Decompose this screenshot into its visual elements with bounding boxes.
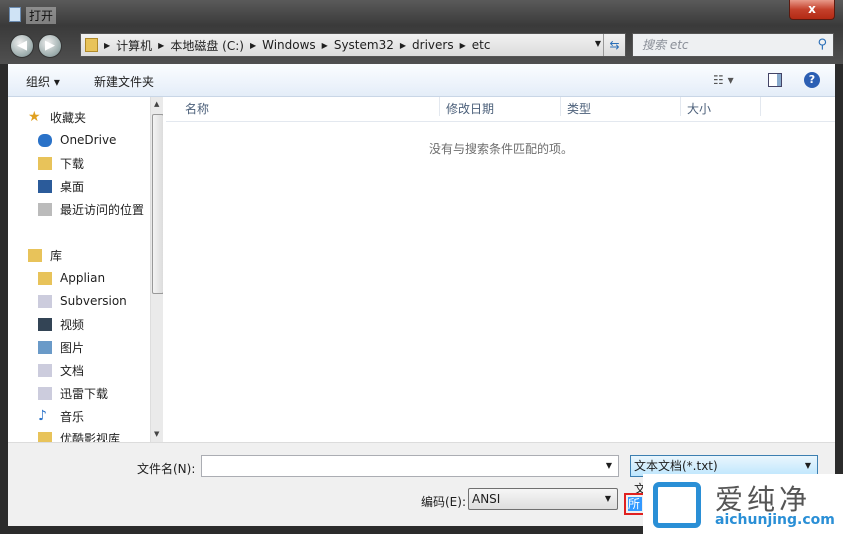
library-icon xyxy=(28,248,42,262)
desktop-icon xyxy=(38,179,52,193)
toolbar: 组织 ▾ 新建文件夹 ☷ ▾ ? xyxy=(8,64,835,97)
nav-scrollbar[interactable]: ▲ ▼ xyxy=(150,97,163,442)
column-name[interactable]: 名称 xyxy=(179,97,440,116)
recent-places-icon xyxy=(38,202,52,216)
sidebar-item-label: 文档 xyxy=(60,363,85,378)
sidebar-item-label: 图片 xyxy=(60,340,85,355)
sidebar-item-documents[interactable]: 文档 xyxy=(38,361,84,379)
document-icon xyxy=(38,363,52,377)
window-title: 打开 xyxy=(26,7,57,24)
sidebar-item-onedrive[interactable]: OneDrive xyxy=(38,131,116,149)
sidebar-item-favorites[interactable]: ★ 收藏夹 xyxy=(28,108,86,126)
sidebar-item-libraries[interactable]: 库 xyxy=(28,246,62,264)
crumb-c-drive[interactable]: 本地磁盘 (C:) xyxy=(170,37,244,54)
chevron-down-icon[interactable]: ▼ xyxy=(605,489,611,509)
filetype-option-all[interactable]: 所 xyxy=(628,497,642,511)
folder-icon xyxy=(85,38,98,52)
file-browser: ★ 收藏夹 OneDrive 下载 桌面 最近访问的位置 库 Applian Su… xyxy=(8,97,835,442)
document-library-icon xyxy=(38,294,52,308)
picture-icon xyxy=(38,340,52,354)
column-type[interactable]: 类型 xyxy=(561,97,681,116)
folder-icon xyxy=(38,431,52,442)
watermark: 爱纯净 aichunjing.com xyxy=(643,474,843,534)
chevron-down-icon[interactable]: ▼ xyxy=(606,456,612,476)
navigation-pane: ★ 收藏夹 OneDrive 下载 桌面 最近访问的位置 库 Applian Su… xyxy=(8,97,163,442)
notepad-icon xyxy=(9,7,21,22)
sidebar-item-videos[interactable]: 视频 xyxy=(38,315,84,333)
column-size[interactable]: 大小 xyxy=(681,97,761,116)
column-headers: 名称 修改日期 类型 大小 xyxy=(166,97,835,122)
search-placeholder: 搜索 etc xyxy=(642,38,689,52)
sidebar-item-label: 桌面 xyxy=(60,179,85,194)
sidebar-item-recent[interactable]: 最近访问的位置 xyxy=(38,200,144,218)
cloud-icon xyxy=(38,133,52,147)
sidebar-item-label: 视频 xyxy=(60,317,85,332)
sidebar-item-youku[interactable]: 优酷影视库 xyxy=(38,429,120,442)
sidebar-item-label: Subversion xyxy=(60,294,127,308)
video-icon xyxy=(38,317,52,331)
sidebar-item-label: 库 xyxy=(50,248,63,263)
forward-button[interactable]: ▶ xyxy=(38,34,62,58)
new-folder-button[interactable]: 新建文件夹 xyxy=(94,73,154,90)
close-button[interactable]: x xyxy=(789,0,835,20)
chevron-down-icon[interactable]: ▼ xyxy=(805,456,811,476)
scroll-up-icon[interactable]: ▲ xyxy=(154,100,159,108)
sidebar-item-xunlei[interactable]: 迅雷下载 xyxy=(38,384,108,402)
column-date-modified[interactable]: 修改日期 xyxy=(440,97,561,116)
view-options-icon[interactable]: ☷ ▾ xyxy=(713,73,734,87)
music-icon: ♪ xyxy=(38,407,47,424)
sidebar-item-label: 收藏夹 xyxy=(50,110,87,125)
watermark-en: aichunjing.com xyxy=(715,512,835,528)
encoding-select[interactable]: ANSI ▼ xyxy=(468,488,618,510)
back-button[interactable]: ◀ xyxy=(10,34,34,58)
scroll-down-icon[interactable]: ▼ xyxy=(154,430,159,438)
sidebar-item-label: 迅雷下载 xyxy=(60,386,109,401)
crumb-computer[interactable]: 计算机 xyxy=(116,37,152,54)
crumb-windows[interactable]: Windows xyxy=(262,38,316,52)
sidebar-item-pictures[interactable]: 图片 xyxy=(38,338,84,356)
crumb-drivers[interactable]: drivers xyxy=(412,38,454,52)
help-icon[interactable]: ? xyxy=(804,72,820,88)
search-icon[interactable]: ⚲ xyxy=(817,34,827,56)
preview-pane-icon[interactable] xyxy=(768,73,782,87)
sidebar-item-label: OneDrive xyxy=(60,133,117,147)
scrollbar-thumb[interactable] xyxy=(152,114,163,294)
filetype-value: 文本文档(*.txt) xyxy=(634,459,718,473)
refresh-icon[interactable]: ⇆ xyxy=(603,34,625,56)
folder-icon xyxy=(38,271,52,285)
filename-input[interactable]: ▼ xyxy=(201,455,619,477)
document-library-icon xyxy=(38,386,52,400)
sidebar-item-music[interactable]: ♪ 音乐 xyxy=(38,407,84,425)
sidebar-item-label: 音乐 xyxy=(60,409,85,424)
sidebar-item-label: 优酷影视库 xyxy=(60,431,121,443)
star-icon: ★ xyxy=(28,108,41,125)
sidebar-item-applian[interactable]: Applian xyxy=(38,269,105,287)
empty-message: 没有与搜索条件匹配的项。 xyxy=(429,142,574,156)
crumb-system32[interactable]: System32 xyxy=(334,38,394,52)
sidebar-item-downloads[interactable]: 下载 xyxy=(38,154,84,172)
download-folder-icon xyxy=(38,156,52,170)
watermark-logo-icon xyxy=(653,482,701,528)
address-dropdown-icon[interactable]: ▼ xyxy=(595,39,601,48)
sidebar-item-label: 最近访问的位置 xyxy=(60,202,145,217)
crumb-etc[interactable]: etc xyxy=(472,38,491,52)
sidebar-item-desktop[interactable]: 桌面 xyxy=(38,177,84,195)
encoding-value: ANSI xyxy=(472,492,501,506)
search-input[interactable]: 搜索 etc ⚲ xyxy=(632,33,834,57)
sidebar-item-label: 下载 xyxy=(60,156,85,171)
sidebar-item-subversion[interactable]: Subversion xyxy=(38,292,127,310)
organize-button[interactable]: 组织 ▾ xyxy=(26,73,60,90)
address-bar[interactable]: ▶ 计算机 ▶ 本地磁盘 (C:) ▶ Windows ▶ System32 ▶ driv… xyxy=(80,33,626,57)
sidebar-item-label: Applian xyxy=(60,271,106,285)
filename-label: 文件名(N): xyxy=(137,462,196,476)
encoding-label: 编码(E): xyxy=(421,495,466,509)
